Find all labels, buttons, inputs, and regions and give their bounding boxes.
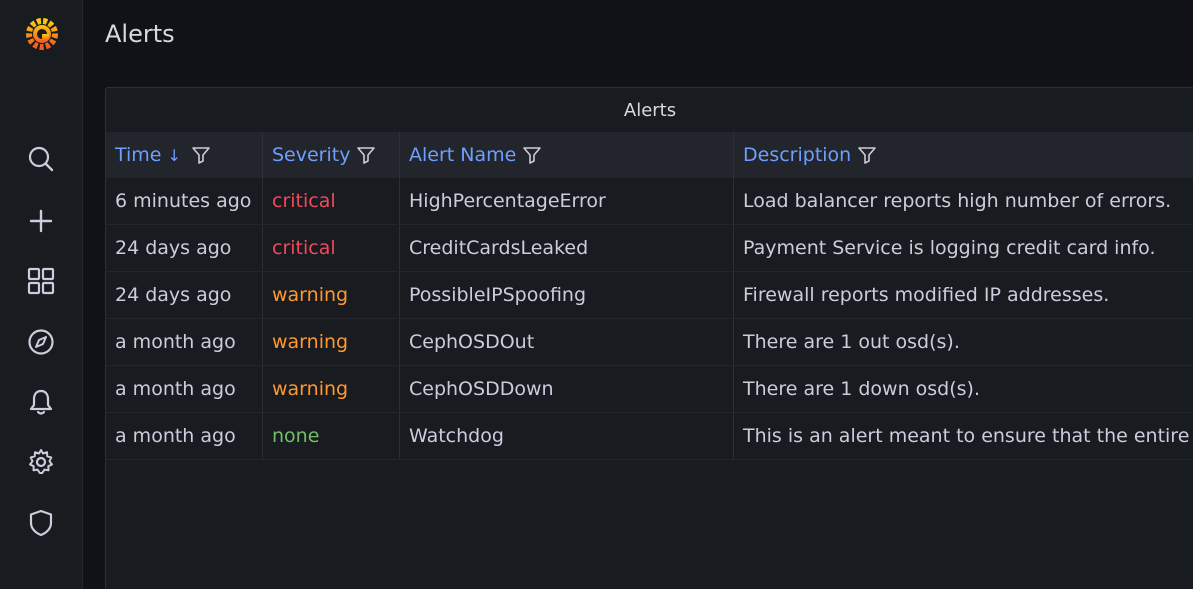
filter-icon[interactable] <box>522 145 542 165</box>
panel-title[interactable]: Alerts <box>106 88 1193 132</box>
column-header-label: Time <box>115 144 162 166</box>
description-cell: Load balancer reports high number of err… <box>743 190 1172 212</box>
page-title: Alerts <box>105 20 175 48</box>
description-cell: Firewall reports modified IP addresses. <box>743 284 1110 306</box>
table-header: Time ↓ Severity Alert Name Description <box>106 132 1193 178</box>
severity-cell: critical <box>263 225 400 271</box>
description-cell: This is an alert meant to ensure that th… <box>743 425 1193 447</box>
table-row[interactable]: 24 days ago critical CreditCardsLeaked P… <box>106 225 1193 272</box>
sidebar <box>0 0 83 589</box>
table-row[interactable]: 6 minutes ago critical HighPercentageErr… <box>106 178 1193 225</box>
sort-descending-icon: ↓ <box>167 145 181 165</box>
filter-icon[interactable] <box>356 145 376 165</box>
time-cell: a month ago <box>106 413 263 459</box>
dashboards-icon[interactable] <box>25 265 57 297</box>
alert-name-cell: PossibleIPSpoofing <box>400 272 734 318</box>
time-cell: 24 days ago <box>106 272 263 318</box>
time-cell: a month ago <box>106 319 263 365</box>
severity-cell: warning <box>263 272 400 318</box>
gear-icon[interactable] <box>25 446 57 478</box>
alert-name-cell: CephOSDDown <box>400 366 734 412</box>
search-icon[interactable] <box>25 143 57 175</box>
bell-icon[interactable] <box>25 386 57 418</box>
severity-cell: critical <box>263 178 400 224</box>
column-header-label: Description <box>743 144 852 166</box>
table-row[interactable]: a month ago warning CephOSDDown There ar… <box>106 366 1193 413</box>
alert-name-cell: CephOSDOut <box>400 319 734 365</box>
table-row[interactable]: a month ago warning CephOSDOut There are… <box>106 319 1193 366</box>
description-cell: There are 1 out osd(s). <box>743 331 960 353</box>
explore-icon[interactable] <box>25 326 57 358</box>
app: Alerts Alerts Time ↓ Severity Alert Name <box>0 0 1193 589</box>
severity-cell: warning <box>263 366 400 412</box>
description-cell: There are 1 down osd(s). <box>743 378 981 400</box>
column-header-label: Severity <box>272 144 351 166</box>
time-cell: a month ago <box>106 366 263 412</box>
time-cell: 6 minutes ago <box>106 178 263 224</box>
severity-cell: none <box>263 413 400 459</box>
column-header-time[interactable]: Time ↓ <box>106 132 263 178</box>
grafana-logo-icon[interactable] <box>22 13 62 53</box>
table-row[interactable]: a month ago none Watchdog This is an ale… <box>106 413 1193 460</box>
column-header-severity[interactable]: Severity <box>263 132 400 178</box>
alert-name-cell: HighPercentageError <box>400 178 734 224</box>
alert-name-cell: Watchdog <box>400 413 734 459</box>
column-header-label: Alert Name <box>409 144 517 166</box>
shield-icon[interactable] <box>25 507 57 539</box>
alert-name-cell: CreditCardsLeaked <box>400 225 734 271</box>
time-cell: 24 days ago <box>106 225 263 271</box>
filter-icon[interactable] <box>857 145 877 165</box>
plus-icon[interactable] <box>25 205 57 237</box>
table-row[interactable]: 24 days ago warning PossibleIPSpoofing F… <box>106 272 1193 319</box>
severity-cell: warning <box>263 319 400 365</box>
alerts-table: Time ↓ Severity Alert Name Description 6… <box>106 132 1193 460</box>
column-header-alert-name[interactable]: Alert Name <box>400 132 734 178</box>
filter-icon[interactable] <box>191 145 211 165</box>
description-cell: Payment Service is logging credit card i… <box>743 237 1156 259</box>
column-header-description[interactable]: Description <box>734 132 1193 178</box>
alerts-panel: Alerts Time ↓ Severity Alert Name Descri… <box>105 87 1193 589</box>
